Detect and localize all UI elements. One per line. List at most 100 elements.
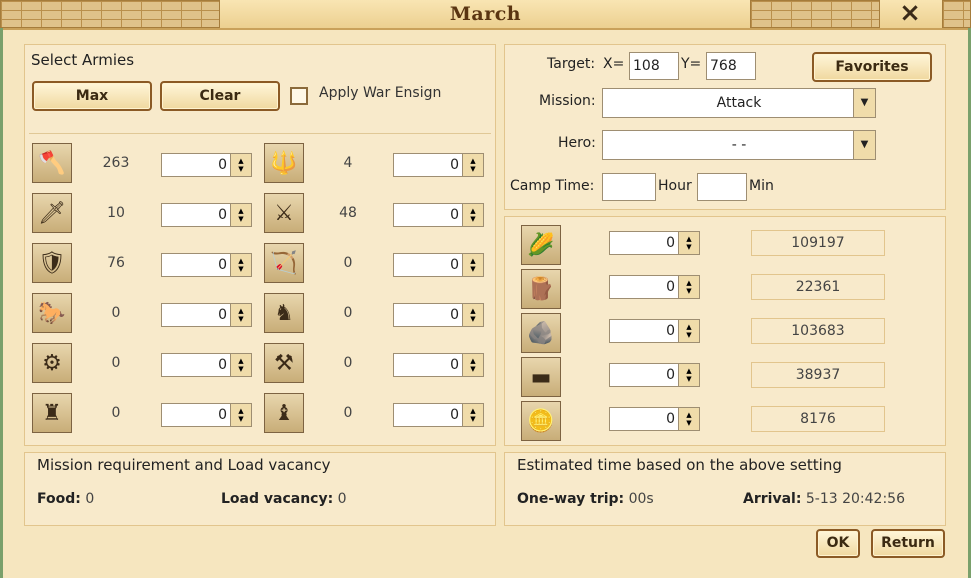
quantity-stepper[interactable]: ▲ ▼	[462, 153, 484, 177]
arrival-label: Arrival:	[743, 491, 802, 507]
troop-quantity-input[interactable]: 0	[393, 303, 463, 327]
quantity-stepper[interactable]: ▲ ▼	[230, 253, 252, 277]
title-bar: March ×	[0, 0, 971, 30]
divider	[29, 133, 491, 134]
resource-available: 22361	[751, 274, 885, 300]
troop-quantity-input[interactable]: 0	[393, 403, 463, 427]
load-vacancy-value: 0	[337, 491, 347, 507]
hero-label: Hero:	[558, 135, 596, 151]
camp-time-label: Camp Time:	[510, 178, 595, 194]
hero-select[interactable]: - - ▼	[602, 130, 876, 160]
troop-count: 0	[343, 405, 353, 421]
quantity-stepper[interactable]: ▲ ▼	[230, 153, 252, 177]
quantity-stepper[interactable]: ▲ ▼	[678, 275, 700, 299]
troop-count: 48	[339, 205, 357, 221]
x-coordinate-input[interactable]: 108	[629, 52, 679, 80]
trip-value: 00s	[628, 491, 654, 507]
troop-quantity-input[interactable]: 0	[393, 153, 463, 177]
hero-value: - -	[731, 137, 747, 153]
favorites-button[interactable]: Favorites	[812, 52, 932, 82]
quantity-stepper[interactable]: ▲ ▼	[462, 253, 484, 277]
one-way-trip: One-way trip: 00s	[517, 491, 654, 507]
troop-count: 4	[343, 155, 353, 171]
y-label: Y=	[681, 56, 702, 72]
min-label: Min	[749, 178, 774, 194]
window-title: March	[449, 3, 522, 25]
quantity-stepper[interactable]: ▲ ▼	[230, 303, 252, 327]
troop-count: 0	[111, 405, 121, 421]
armored-horse-icon: ♞	[264, 293, 304, 333]
troop-count: 0	[111, 305, 121, 321]
chevron-down-icon[interactable]: ▼	[853, 89, 875, 117]
stone-icon: 🪨	[521, 313, 561, 353]
quantity-stepper[interactable]: ▲ ▼	[230, 353, 252, 377]
mission-requirement-heading: Mission requirement and Load vacancy	[37, 456, 331, 474]
quantity-stepper[interactable]: ▲ ▼	[462, 303, 484, 327]
troop-quantity-input[interactable]: 0	[393, 203, 463, 227]
x-label: X=	[603, 56, 625, 72]
load-vacancy-label: Load vacancy:	[221, 491, 334, 507]
quantity-stepper[interactable]: ▲ ▼	[678, 231, 700, 255]
bow-icon: 🏹	[264, 243, 304, 283]
halberd-icon: ⚔	[264, 193, 304, 233]
troop-quantity-input[interactable]: 0	[161, 203, 231, 227]
quantity-stepper[interactable]: ▲ ▼	[462, 403, 484, 427]
left-edge	[0, 28, 3, 578]
close-icon[interactable]: ×	[880, 0, 940, 28]
troop-quantity-input[interactable]: 0	[161, 153, 231, 177]
troop-quantity-input[interactable]: 0	[161, 403, 231, 427]
quantity-stepper[interactable]: ▲ ▼	[230, 403, 252, 427]
troop-count: 263	[102, 155, 130, 171]
catapult-icon: ⚒	[264, 343, 304, 383]
troop-count: 0	[343, 305, 353, 321]
troop-quantity-input[interactable]: 0	[161, 253, 231, 277]
resources-panel: 🌽 0 ▲ ▼ 109197 🪵 0 ▲ ▼ 22361 🪨 0 ▲ ▼ 103683 ▬ 0 ▲ ▼ 38937 🪙 0…	[504, 216, 946, 446]
quantity-stepper[interactable]: ▲ ▼	[678, 319, 700, 343]
quantity-stepper[interactable]: ▲ ▼	[678, 363, 700, 387]
quantity-stepper[interactable]: ▲ ▼	[462, 203, 484, 227]
troop-quantity-input[interactable]: 0	[393, 253, 463, 277]
camp-min-input[interactable]	[697, 173, 747, 201]
quantity-stepper[interactable]: ▲ ▼	[462, 353, 484, 377]
gold-icon: 🪙	[521, 401, 561, 441]
trebuchet-icon: ♝	[264, 393, 304, 433]
mission-select[interactable]: Attack ▼	[602, 88, 876, 118]
food-requirement: Food: 0	[37, 491, 94, 507]
resource-quantity-input[interactable]: 0	[609, 319, 679, 343]
lumber-icon: 🪵	[521, 269, 561, 309]
y-coordinate-input[interactable]: 768	[706, 52, 756, 80]
resource-quantity-input[interactable]: 0	[609, 363, 679, 387]
chevron-down-icon[interactable]: ▼	[853, 131, 875, 159]
quantity-stepper[interactable]: ▲ ▼	[230, 203, 252, 227]
quantity-stepper[interactable]: ▲ ▼	[678, 407, 700, 431]
max-button[interactable]: Max	[32, 81, 152, 111]
resource-quantity-input[interactable]: 0	[609, 275, 679, 299]
food-icon: 🌽	[521, 225, 561, 265]
trident-icon: 🔱	[264, 143, 304, 183]
load-vacancy: Load vacancy: 0	[221, 491, 347, 507]
troop-count: 0	[343, 355, 353, 371]
camp-hour-input[interactable]	[602, 173, 656, 201]
ok-button[interactable]: OK	[816, 529, 860, 558]
resource-quantity-input[interactable]: 0	[609, 407, 679, 431]
armies-heading: Select Armies	[31, 51, 135, 69]
resource-quantity-input[interactable]: 0	[609, 231, 679, 255]
resource-available: 109197	[751, 230, 885, 256]
target-panel: Target: X= 108 Y= 768 Favorites Mission:…	[504, 44, 946, 210]
return-button[interactable]: Return	[871, 529, 945, 558]
troop-count: 76	[107, 255, 125, 271]
resource-available: 103683	[751, 318, 885, 344]
resource-available: 38937	[751, 362, 885, 388]
mission-label: Mission:	[539, 93, 596, 109]
war-ensign-checkbox[interactable]	[290, 87, 308, 105]
sword-icon: 🗡	[32, 193, 72, 233]
resource-available: 8176	[751, 406, 885, 432]
armies-panel: Select Armies Max Clear Apply War Ensign…	[24, 44, 496, 446]
troop-quantity-input[interactable]: 0	[393, 353, 463, 377]
clear-button[interactable]: Clear	[160, 81, 280, 111]
troop-quantity-input[interactable]: 0	[161, 303, 231, 327]
troop-quantity-input[interactable]: 0	[161, 353, 231, 377]
ballista-icon: ⚙	[32, 343, 72, 383]
troop-count: 0	[343, 255, 353, 271]
axe-icon: 🪓	[32, 143, 72, 183]
